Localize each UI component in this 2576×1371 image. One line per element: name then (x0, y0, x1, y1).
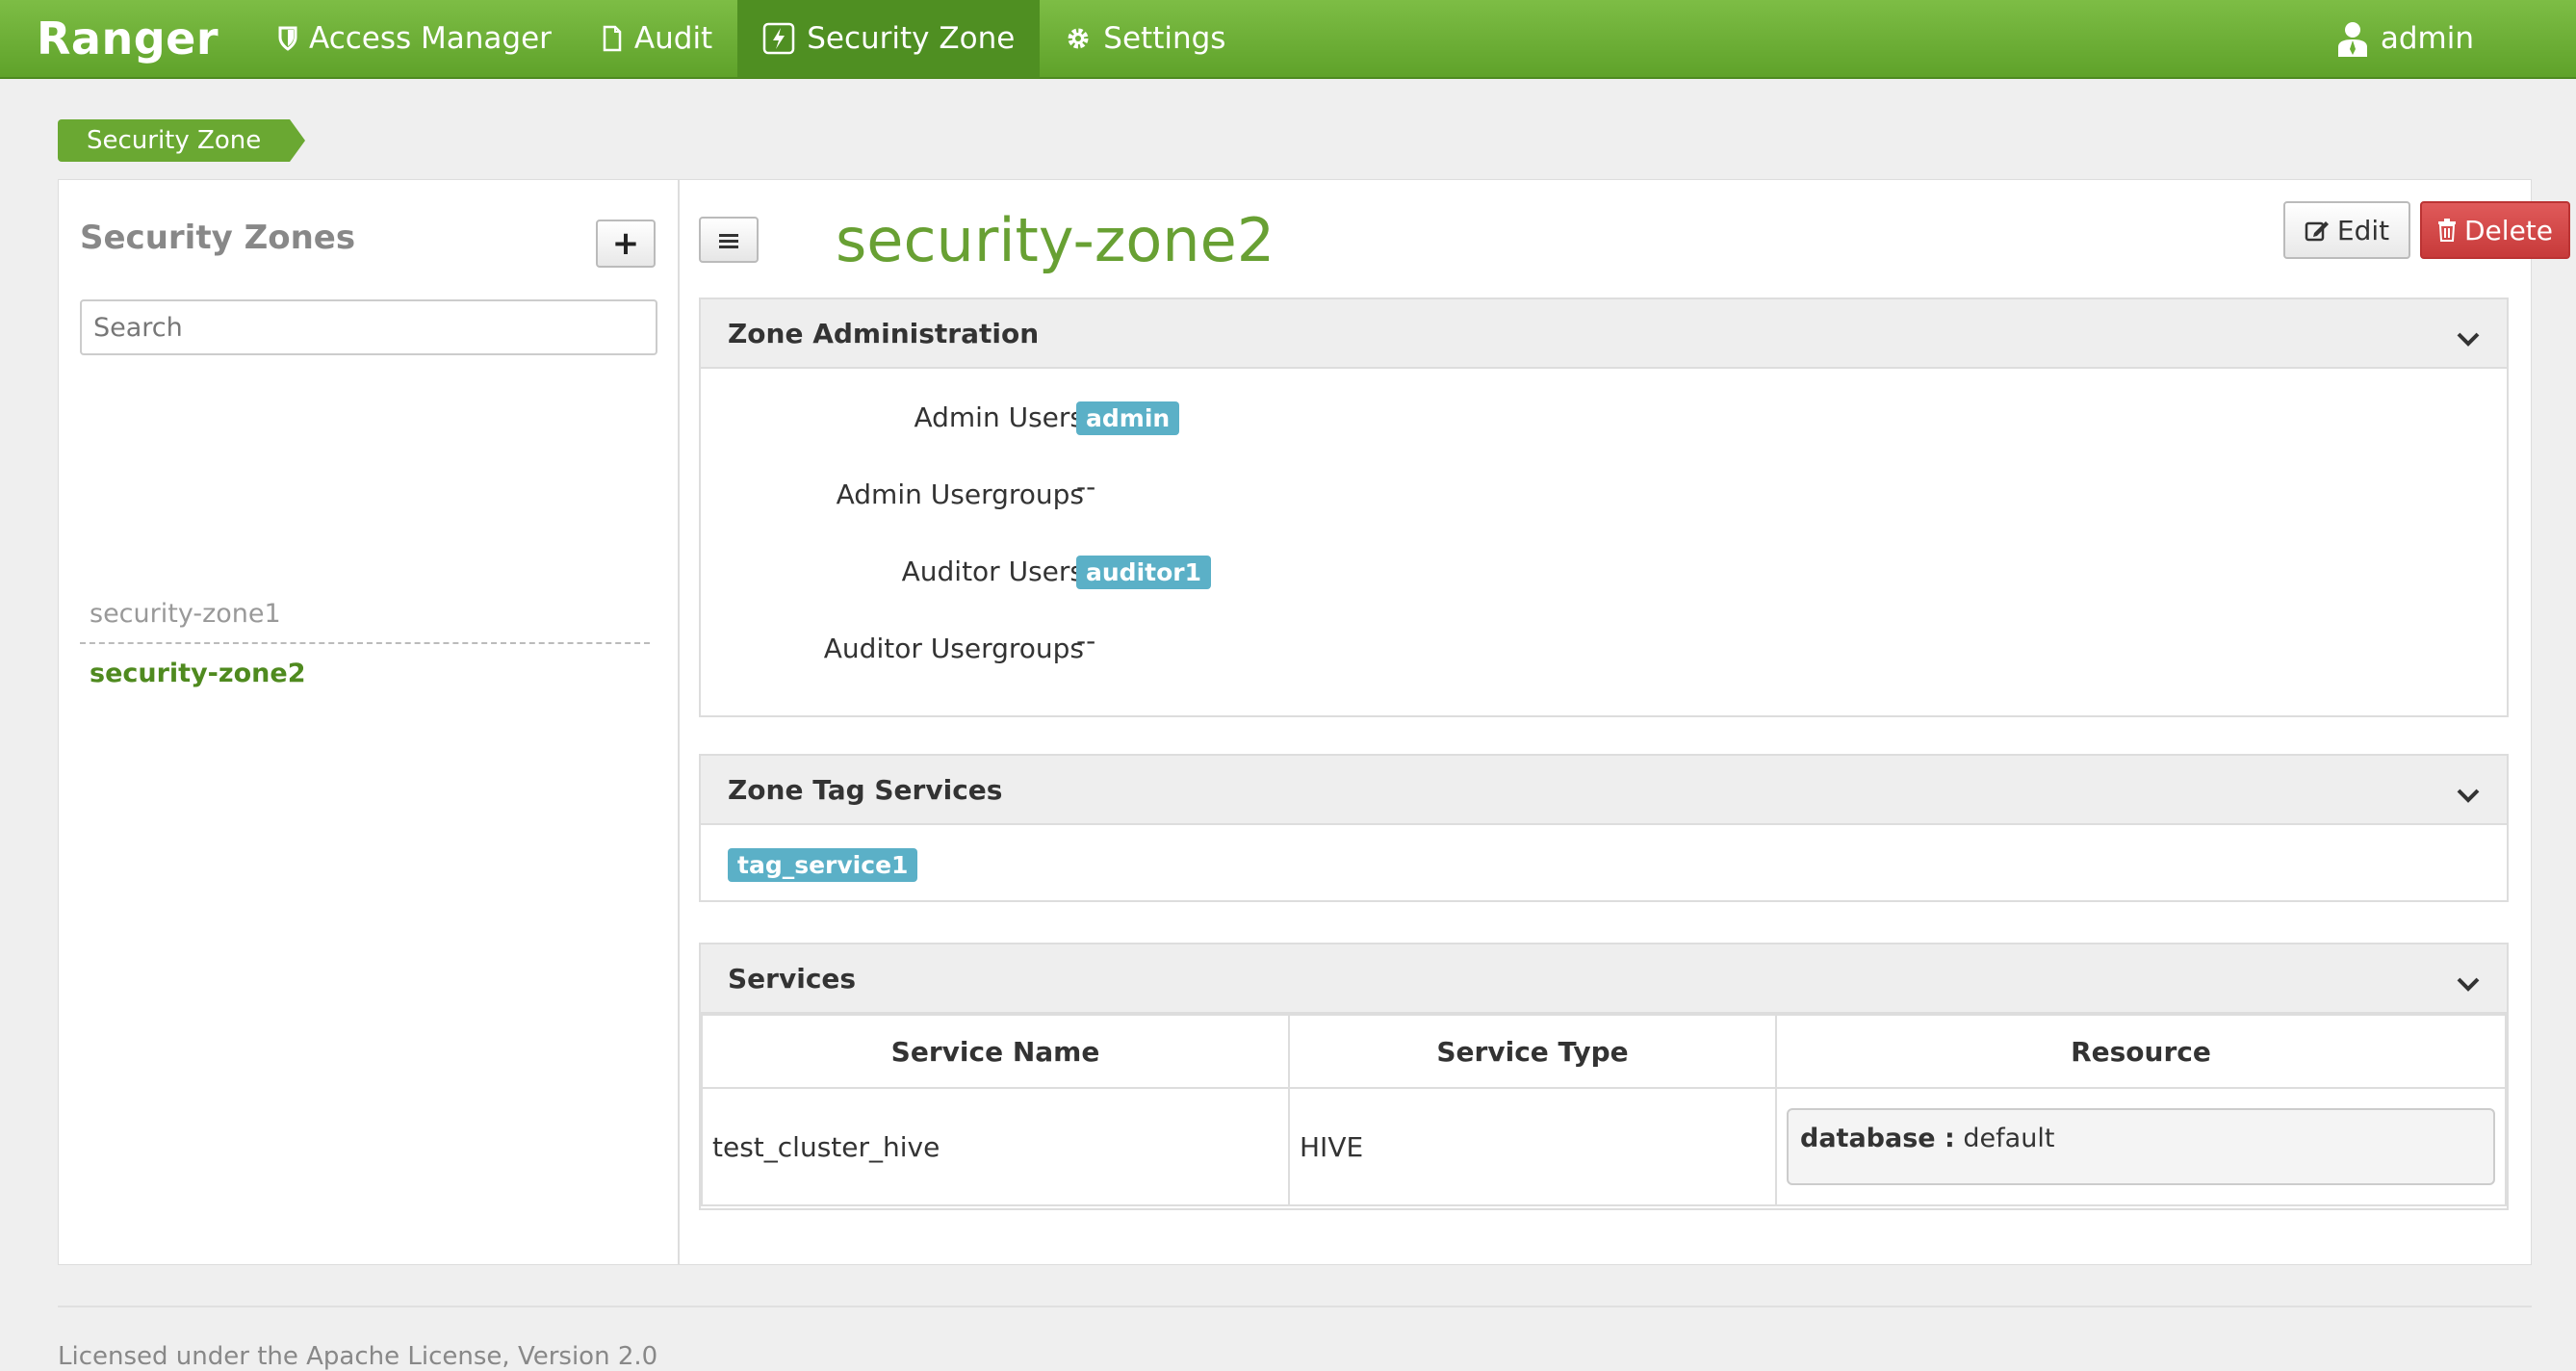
shield-icon (278, 26, 297, 51)
zone-administration-header[interactable]: Zone Administration (701, 299, 2507, 369)
auditor-usergroups-label: Auditor Usergroups (823, 633, 1084, 664)
add-zone-button[interactable]: + (596, 220, 656, 268)
zones-sidebar: Security Zones + security-zone1 security… (59, 180, 680, 1264)
breadcrumb[interactable]: Security Zone (58, 119, 306, 162)
edit-icon (2305, 219, 2330, 242)
services-header[interactable]: Services (701, 944, 2507, 1014)
resource-key: database : (1800, 1124, 1955, 1153)
user-icon (2336, 20, 2369, 57)
nav-access-manager-label: Access Manager (309, 21, 552, 56)
edit-button[interactable]: Edit (2283, 201, 2410, 259)
file-icon (602, 25, 623, 52)
admin-usergroups-value: -- (1076, 471, 1096, 503)
toggle-sidebar-button[interactable] (699, 217, 759, 263)
zone-list: security-zone1 security-zone2 (80, 584, 650, 702)
nav-access-manager[interactable]: Access Manager (253, 0, 577, 77)
panel-title: Zone Tag Services (728, 773, 1003, 806)
tag-service-list: tag_service1 (728, 848, 918, 882)
auditor-usergroups-value: -- (1076, 625, 1096, 657)
nav-security-zone-label: Security Zone (807, 21, 1016, 56)
services-table: Service Name Service Type Resource test_… (701, 1014, 2507, 1206)
zone-tag-services-panel: Zone Tag Services tag_service1 (699, 754, 2509, 902)
chevron-down-icon[interactable] (2457, 779, 2480, 811)
top-navbar: Ranger Access Manager Audit Security Zon… (0, 0, 2576, 79)
services-panel: Services Service Name Service Type Resou… (699, 943, 2509, 1210)
zone-search-input[interactable] (80, 299, 657, 355)
nav-settings-label: Settings (1103, 21, 1226, 56)
admin-users-row: Admin Users admin (701, 401, 2507, 440)
tag-service-badge: tag_service1 (728, 848, 918, 882)
nav-settings[interactable]: Settings (1040, 0, 1250, 77)
column-header: Service Type (1288, 1014, 1777, 1089)
column-header: Resource (1775, 1014, 2507, 1089)
auditor-users-value: auditor1 (1076, 556, 1211, 589)
resource-value: default (1963, 1124, 2055, 1153)
brand-logo[interactable]: Ranger (37, 13, 219, 65)
table-row: test_cluster_hive HIVE database : defaul… (701, 1087, 2507, 1206)
zone-list-item-selected[interactable]: security-zone2 (80, 644, 650, 702)
service-name-cell: test_cluster_hive (701, 1087, 1290, 1206)
trash-icon (2437, 219, 2457, 242)
user-badge: auditor1 (1076, 556, 1211, 589)
zone-administration-panel: Zone Administration Admin Users admin Ad… (699, 297, 2509, 717)
nav-security-zone[interactable]: Security Zone (737, 0, 1041, 77)
admin-usergroups-label: Admin Usergroups (836, 479, 1084, 510)
auditor-usergroups-row: Auditor Usergroups -- (701, 625, 2507, 671)
column-header: Service Name (701, 1014, 1290, 1089)
resource-box: database : default (1787, 1108, 2495, 1185)
auditor-users-row: Auditor Users auditor1 (701, 556, 2507, 594)
service-type-cell: HIVE (1288, 1087, 1777, 1206)
chevron-down-icon[interactable] (2457, 323, 2480, 354)
gear-icon (1065, 25, 1092, 52)
hamburger-icon (719, 224, 738, 256)
admin-users-label: Admin Users (914, 401, 1084, 433)
panel-title: Services (728, 962, 857, 995)
nav-audit-label: Audit (633, 21, 713, 56)
sidebar-title: Security Zones (80, 219, 356, 257)
lightning-icon (762, 22, 795, 55)
footer-license: Licensed under the Apache License, Versi… (58, 1342, 658, 1371)
footer-divider (58, 1306, 2532, 1307)
resource-cell: database : default (1775, 1087, 2507, 1206)
zone-details: security-zone2 Edit Delete Zone Administ… (680, 180, 2570, 1264)
admin-users-value: admin (1076, 401, 1180, 435)
zone-list-item[interactable]: security-zone1 (80, 584, 650, 644)
page-title: security-zone2 (836, 205, 1275, 275)
delete-button[interactable]: Delete (2420, 201, 2570, 259)
edit-label: Edit (2336, 214, 2390, 246)
table-header-row: Service Name Service Type Resource (701, 1014, 2507, 1089)
delete-label: Delete (2464, 214, 2553, 246)
main-container: Security Zones + security-zone1 security… (58, 179, 2570, 1265)
user-badge: admin (1076, 401, 1180, 435)
admin-usergroups-row: Admin Usergroups -- (701, 471, 2507, 517)
user-name: admin (2380, 21, 2474, 56)
nav-audit[interactable]: Audit (577, 0, 737, 77)
user-menu[interactable]: admin (2311, 0, 2499, 77)
chevron-down-icon[interactable] (2457, 968, 2480, 999)
zone-tag-services-header[interactable]: Zone Tag Services (701, 756, 2507, 825)
panel-title: Zone Administration (728, 317, 1040, 349)
auditor-users-label: Auditor Users (901, 556, 1084, 587)
